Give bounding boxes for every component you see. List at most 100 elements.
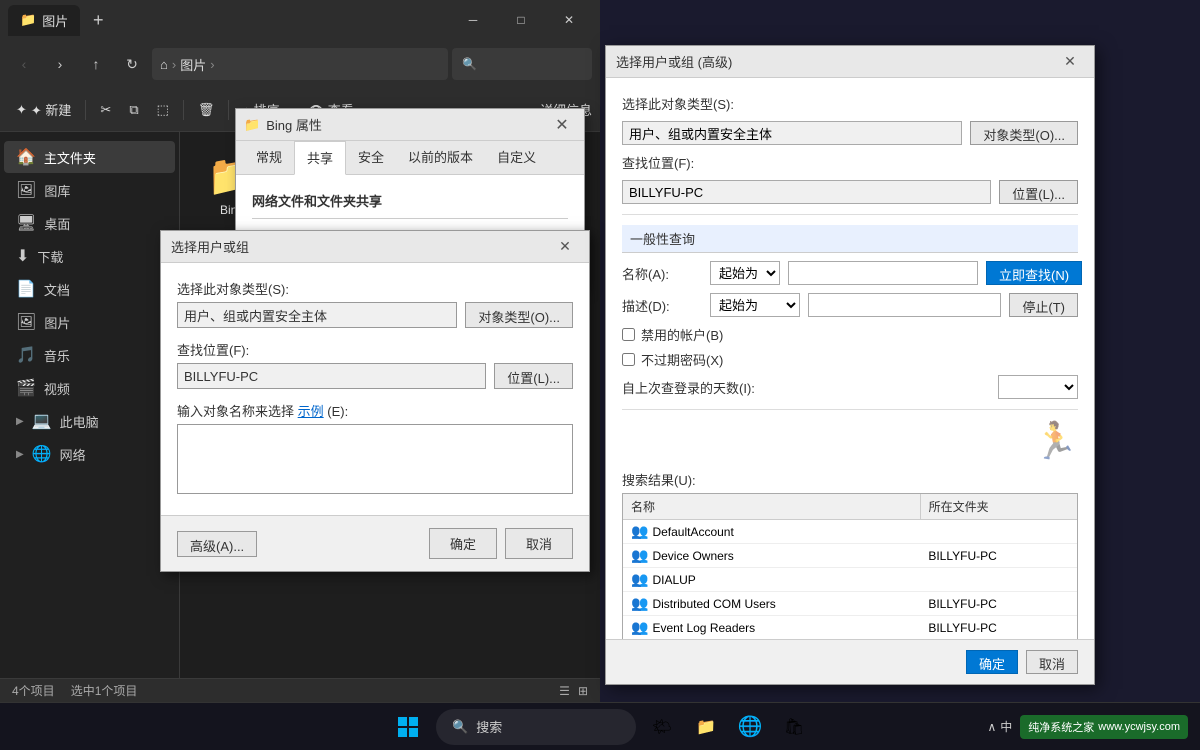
sidebar: 🏠 主文件夹 🖼 图库 🖥 桌面 ⬇ 下载 📄 文档 🖼 图片 <box>0 132 180 678</box>
bing-dialog-close[interactable]: ✕ <box>548 113 576 137</box>
sidebar-item-home[interactable]: 🏠 主文件夹 <box>4 141 175 173</box>
adv-name-input[interactable] <box>788 261 978 285</box>
sidebar-label-network: 网络 <box>60 445 86 464</box>
results-row[interactable]: 👥 Event Log Readers BILLYFU-PC <box>623 616 1077 639</box>
su-example-link[interactable]: 示例 <box>298 404 324 419</box>
start-btn[interactable] <box>388 707 428 747</box>
adv-location-btn[interactable]: 位置(L)... <box>999 180 1078 204</box>
result-location-cell: BILLYFU-PC <box>920 618 1077 638</box>
su-location-input[interactable] <box>177 363 486 389</box>
su-location-row: 位置(L)... <box>177 363 573 389</box>
adv-ok-btn[interactable]: 确定 <box>966 650 1018 674</box>
tab-share[interactable]: 共享 <box>294 141 346 175</box>
sidebar-item-network[interactable]: ▶ 🌐 网络 <box>4 438 175 470</box>
back-btn[interactable]: ‹ <box>8 48 40 80</box>
sidebar-item-pictures[interactable]: 🖼 图片 <box>4 306 175 338</box>
new-btn[interactable]: ✦ ✦ 新建 <box>8 94 79 126</box>
adv-days-select[interactable] <box>998 375 1078 399</box>
sidebar-item-desktop[interactable]: 🖥 桌面 <box>4 207 175 239</box>
close-btn[interactable]: ✕ <box>546 4 592 36</box>
adv-desc-input[interactable] <box>808 293 1001 317</box>
adv-close-btn[interactable]: ✕ <box>1056 50 1084 74</box>
adv-stop-btn[interactable]: 停止(T) <box>1009 293 1078 317</box>
result-name-cell: 👥 Distributed COM Users <box>623 592 920 615</box>
adv-location-input[interactable] <box>622 180 991 204</box>
copy-btn[interactable]: ⧉ <box>121 94 146 126</box>
breadcrumb-item-pictures[interactable]: 图片 <box>180 55 206 74</box>
minimize-btn[interactable]: ─ <box>450 4 496 36</box>
results-row[interactable]: 👥 DefaultAccount <box>623 520 1077 544</box>
results-col-name[interactable]: 名称 <box>623 494 921 519</box>
adv-name-row: 名称(A): 起始为 立即查找(N) <box>622 261 1078 285</box>
adv-desc-label: 描述(D): <box>622 296 702 315</box>
tab-security[interactable]: 安全 <box>346 141 396 174</box>
taskbar-search[interactable]: 🔍 搜索 <box>436 709 636 745</box>
breadcrumb-item-home[interactable]: ⌂ <box>160 57 168 72</box>
su-ok-btn[interactable]: 确定 <box>429 528 497 559</box>
tab-previous-versions[interactable]: 以前的版本 <box>396 141 485 174</box>
su-content: 选择此对象类型(S): 对象类型(O)... 查找位置(F): 位置(L)...… <box>161 263 589 515</box>
up-btn[interactable]: ↑ <box>80 48 112 80</box>
adv-sep2 <box>622 409 1078 410</box>
results-row[interactable]: 👥 DIALUP <box>623 568 1077 592</box>
adv-cancel-btn[interactable]: 取消 <box>1026 650 1078 674</box>
adv-desc-condition[interactable]: 起始为 <box>710 293 800 317</box>
taskbar-icon-store[interactable]: 🛍 <box>776 709 812 745</box>
advanced-select-dialog: 选择用户或组 (高级) ✕ 选择此对象类型(S): 对象类型(O)... 查找位… <box>605 45 1095 685</box>
su-close-btn[interactable]: ✕ <box>551 235 579 259</box>
adv-desc-row: 描述(D): 起始为 停止(T) <box>622 293 1078 317</box>
adv-find-now-btn[interactable]: 立即查找(N) <box>986 261 1082 285</box>
su-cancel-btn[interactable]: 取消 <box>505 528 573 559</box>
nav-search-icon: 🔍 <box>462 57 477 71</box>
sidebar-item-videos[interactable]: 🎬 视频 <box>4 372 175 404</box>
taskbar-icon-explorer[interactable]: 📁 <box>688 709 724 745</box>
su-object-type-input[interactable] <box>177 302 457 328</box>
adv-object-type-input[interactable] <box>622 121 962 145</box>
sidebar-item-documents[interactable]: 📄 文档 <box>4 273 175 305</box>
taskbar-search-text: 搜索 <box>476 717 502 736</box>
adv-object-type-btn[interactable]: 对象类型(O)... <box>970 121 1078 145</box>
delete-btn[interactable]: 🗑 <box>190 94 223 126</box>
cut-btn[interactable]: ✂ <box>92 94 119 126</box>
maximize-btn[interactable]: □ <box>498 4 544 36</box>
videos-icon: 🎬 <box>16 378 36 398</box>
adv-noexpire-checkbox[interactable] <box>622 353 635 366</box>
nav-search[interactable]: 🔍 <box>452 48 592 80</box>
sidebar-item-music[interactable]: 🎵 音乐 <box>4 339 175 371</box>
su-location-btn[interactable]: 位置(L)... <box>494 363 573 389</box>
tray-lang[interactable]: 中 <box>1000 718 1012 735</box>
adv-results-list[interactable]: 名称 所在文件夹 👥 DefaultAccount 👥 Device Owner… <box>622 493 1078 639</box>
forward-btn[interactable]: › <box>44 48 76 80</box>
taskbar-icon-widgets[interactable]: 🌤 <box>644 709 680 745</box>
grid-view-icon[interactable]: ⊞ <box>578 684 588 698</box>
tab-customize[interactable]: 自定义 <box>485 141 548 174</box>
adv-titlebar: 选择用户或组 (高级) ✕ <box>606 46 1094 78</box>
sidebar-item-downloads[interactable]: ⬇ 下载 <box>4 240 175 272</box>
thispc-expand-icon: ▶ <box>16 416 24 427</box>
su-names-input[interactable] <box>177 424 573 494</box>
breadcrumb-bar[interactable]: ⌂ › 图片 › <box>152 48 448 80</box>
su-advanced-btn[interactable]: 高级(A)... <box>177 531 257 557</box>
window-controls: ─ □ ✕ <box>450 4 592 36</box>
adv-disabled-checkbox[interactable] <box>622 328 635 341</box>
select-user-dialog: 选择用户或组 ✕ 选择此对象类型(S): 对象类型(O)... 查找位置(F):… <box>160 230 590 572</box>
su-object-type-label: 选择此对象类型(S): <box>177 279 573 298</box>
sidebar-item-gallery[interactable]: 🖼 图库 <box>4 174 175 206</box>
tab-label: 图片 <box>42 11 68 30</box>
results-row[interactable]: 👥 Device Owners BILLYFU-PC <box>623 544 1077 568</box>
paste-btn[interactable]: ⬚ <box>149 94 177 126</box>
watermark-text: 纯净系统之家 <box>1028 719 1094 735</box>
results-row[interactable]: 👥 Distributed COM Users BILLYFU-PC <box>623 592 1077 616</box>
taskbar-icon-edge[interactable]: 🌐 <box>732 709 768 745</box>
sidebar-item-thispc[interactable]: ▶ 💻 此电脑 <box>4 405 175 437</box>
tab-general[interactable]: 常规 <box>244 141 294 174</box>
adv-footer: 确定 取消 <box>606 639 1094 684</box>
new-tab-btn[interactable]: + <box>84 6 112 34</box>
music-icon: 🎵 <box>16 345 36 365</box>
results-col-location[interactable]: 所在文件夹 <box>921 494 1077 519</box>
su-object-type-btn[interactable]: 对象类型(O)... <box>465 302 573 328</box>
explorer-tab[interactable]: 📁 图片 <box>8 5 80 36</box>
list-view-icon[interactable]: ☰ <box>559 684 570 698</box>
refresh-btn[interactable]: ↻ <box>116 48 148 80</box>
adv-name-condition[interactable]: 起始为 <box>710 261 780 285</box>
